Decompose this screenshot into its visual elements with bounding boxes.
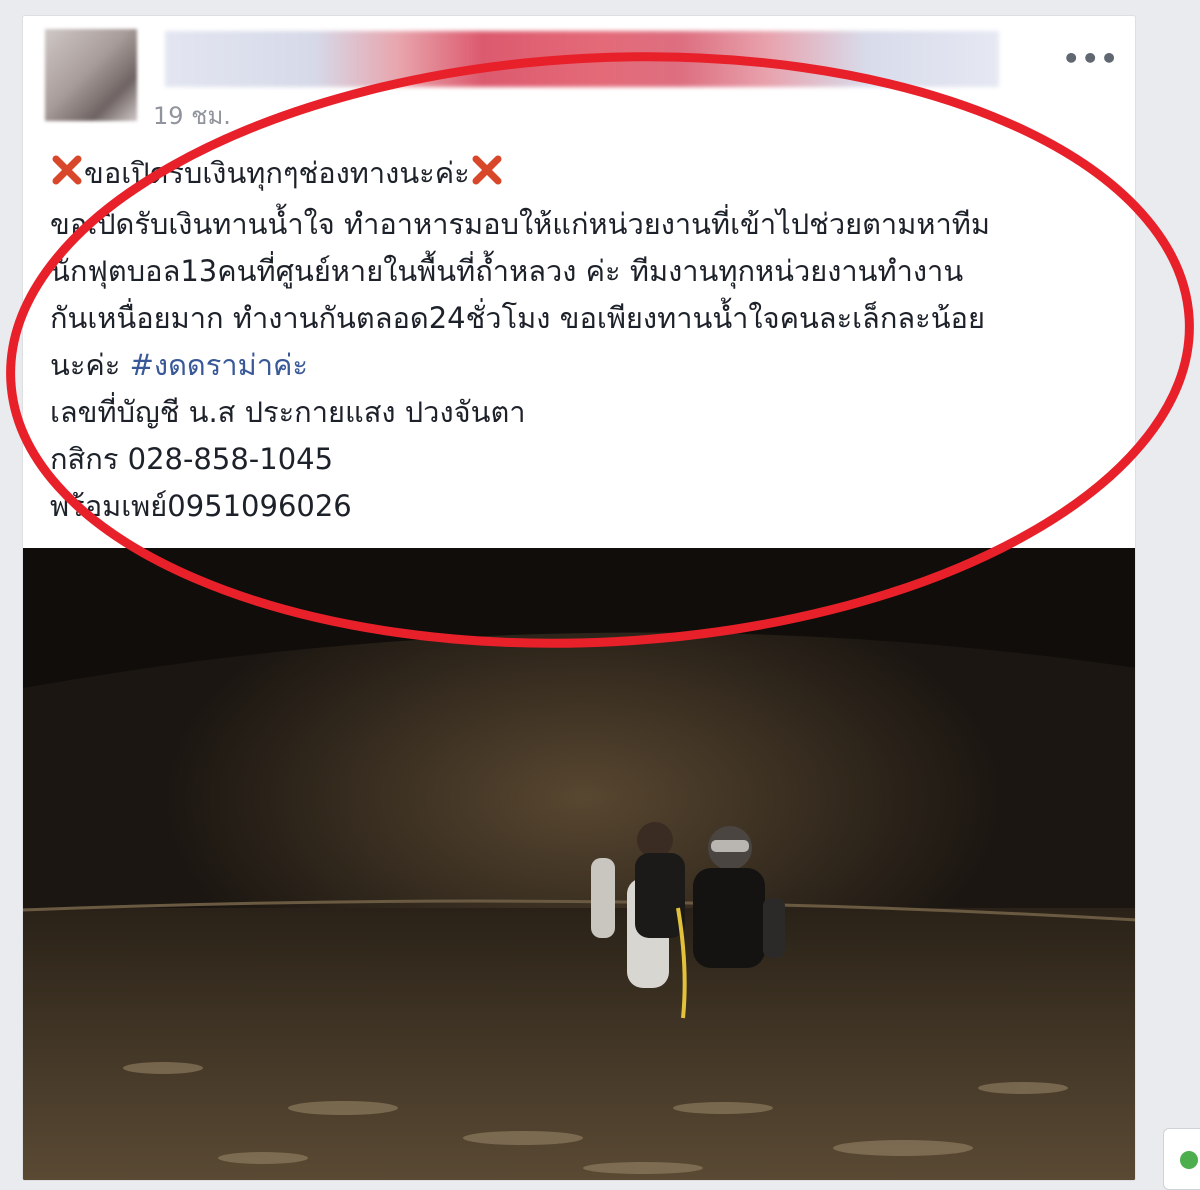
post-text: ขอเปิดรับเงินทุกๆช่องทางนะค่ะ ขอเปิดรับเ…	[50, 150, 1120, 530]
author-avatar[interactable]	[45, 29, 137, 121]
post-line: นักฟุตบอล13คนที่ศูนย์หายในพื้นที่ถ้ำหลวง…	[50, 254, 964, 288]
hashtag-link[interactable]: #งดดราม่าค่ะ	[130, 348, 308, 382]
account-name-line: เลขที่บัญชี น.ส ประกายแสง ปวงจันตา	[50, 395, 526, 429]
cross-mark-icon	[470, 153, 504, 201]
promptpay-line: พร้อมเพย์0951096026	[50, 489, 352, 523]
post-timestamp[interactable]: 19 ชม.	[153, 96, 231, 135]
author-name-redacted	[165, 31, 999, 87]
post-card: 19 ชม. ••• ขอเปิดรับเงินทุกๆช่องทางนะค่ะ…	[22, 15, 1136, 1181]
bank-account-line: กสิกร 028-858-1045	[50, 442, 334, 476]
post-line-text: นะค่ะ	[50, 348, 121, 382]
post-line-heading-text: ขอเปิดรับเงินทุกๆช่องทางนะค่ะ	[84, 156, 470, 190]
post-line-hashtag: นะค่ะ #งดดราม่าค่ะ	[50, 342, 1120, 389]
post-line: กันเหนื่อยมาก ทำงานกันตลอด24ชั่วโมง ขอเพ…	[50, 301, 985, 335]
more-options-icon[interactable]: •••	[1062, 42, 1119, 75]
post-photo[interactable]	[23, 548, 1135, 1180]
cave-divers-illustration	[23, 548, 1135, 1180]
post-line: ขอเปิดรับเงินทานน้ำใจ ทำอาหารมอบให้แก่หน…	[50, 207, 990, 241]
status-dot-icon	[1180, 1151, 1198, 1169]
cross-mark-icon	[50, 153, 84, 201]
post-line-heading: ขอเปิดรับเงินทุกๆช่องทางนะค่ะ	[50, 150, 1120, 201]
